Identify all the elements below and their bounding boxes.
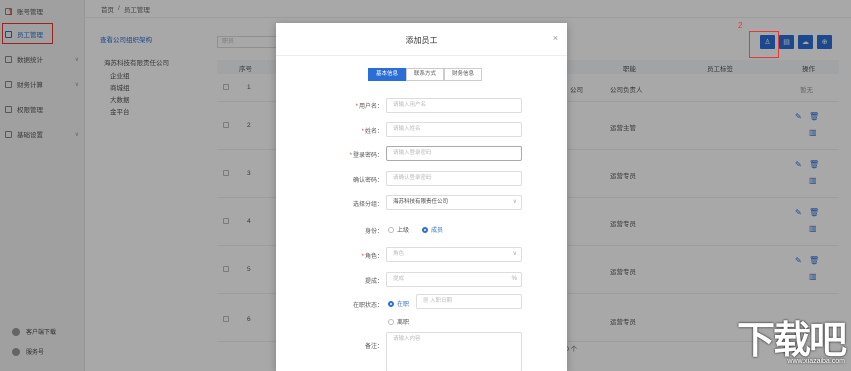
tab-basic-info[interactable]: 基本信息 — [368, 68, 407, 81]
confirm-password-field[interactable]: 请确认登录密码 — [386, 171, 522, 186]
chevron-down-icon: ∨ — [512, 199, 517, 205]
username-label: *用户名： — [355, 104, 383, 110]
annotation-label-2: 2 — [738, 21, 743, 30]
role-select[interactable]: 角色 ∨ — [386, 247, 522, 262]
identity-radio-superior[interactable]: 上级 — [388, 225, 409, 234]
name-label: *姓名： — [361, 129, 383, 135]
confirm-password-label: 确认密码： — [352, 178, 383, 184]
divider — [276, 55, 567, 56]
commission-field[interactable]: 提成 % — [386, 272, 522, 287]
radio-icon — [388, 300, 394, 307]
password-field[interactable]: 请输入登录密码 — [386, 146, 522, 161]
watermark: 下载吧 www.xiazaiba.com — [736, 318, 847, 365]
watermark-logo: 下载吧 — [736, 318, 847, 362]
remark-textarea[interactable]: 请输入内容 — [386, 332, 522, 371]
name-field[interactable]: 请输入姓名 — [386, 122, 522, 137]
radio-icon — [422, 226, 428, 233]
annotation-box-2 — [749, 31, 779, 58]
add-employee-dialog: 添加员工 × 基本信息 联系方式 财务信息 *用户名： 请输入用户名 *姓名： … — [276, 23, 567, 371]
status-radio-active[interactable]: 在职 — [388, 299, 409, 308]
hire-date-field[interactable]: ▦ 入职日期 — [416, 294, 522, 309]
commission-label: 提成： — [364, 279, 383, 285]
calendar-icon: ▦ — [423, 298, 431, 304]
tab-contact[interactable]: 联系方式 — [406, 68, 445, 81]
dialog-tabs: 基本信息 联系方式 财务信息 — [368, 68, 483, 81]
identity-label: 身份： — [364, 229, 383, 235]
radio-icon — [388, 318, 394, 325]
radio-icon — [388, 226, 394, 233]
username-field[interactable]: 请输入用户名 — [386, 98, 522, 113]
remark-label: 备注： — [364, 344, 383, 350]
status-label: 在职状态： — [352, 303, 383, 309]
group-select[interactable]: 海苏科技有限责任公司 ∨ — [386, 195, 522, 210]
close-icon[interactable]: × — [553, 33, 558, 43]
group-label: 选择分组： — [352, 202, 383, 208]
password-label: *登录密码： — [349, 153, 383, 159]
identity-radio-member[interactable]: 成员 — [422, 225, 443, 234]
status-radio-resigned[interactable]: 离职 — [388, 317, 409, 326]
role-label: *角色： — [361, 254, 383, 260]
dialog-title: 添加员工 — [405, 36, 438, 45]
tab-finance[interactable]: 财务信息 — [444, 68, 483, 81]
chevron-down-icon: ∨ — [512, 251, 517, 257]
